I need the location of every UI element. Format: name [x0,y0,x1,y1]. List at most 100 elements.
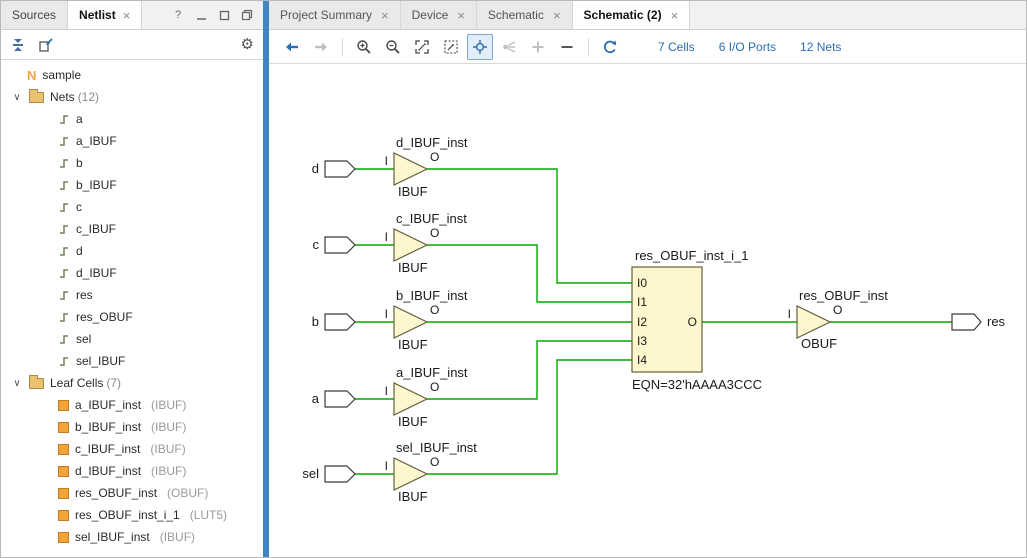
chevron-down-icon[interactable]: ∨ [11,378,23,389]
schematic-panel: Project Summary × Device × Schematic × S… [269,1,1026,557]
netlist-root-icon: N [27,68,36,83]
ibuf-shape[interactable] [394,229,427,261]
tab-netlist[interactable]: Netlist × [68,1,142,29]
back-button[interactable] [279,34,305,60]
tree-item-net[interactable]: res [1,284,263,306]
tree-item-net[interactable]: d [1,240,263,262]
forward-button[interactable] [308,34,334,60]
tree-item-cell[interactable]: a_IBUF_inst(IBUF) [1,394,263,416]
tree-item-net[interactable]: b [1,152,263,174]
zoom-in-button[interactable] [351,34,377,60]
collapse-all-icon[interactable] [10,37,26,53]
net-icon [58,289,70,301]
pin-label: I1 [637,295,647,309]
cell-type-label: IBUF [398,260,428,275]
net-d-ibuf[interactable] [427,169,632,283]
remove-from-schematic-button[interactable] [554,34,580,60]
equation-label: EQN=32'hAAAA3CCC [632,377,762,392]
float-icon[interactable] [240,8,254,22]
net-icon [58,311,70,323]
input-port-shape[interactable] [325,391,355,407]
cell-icon [58,488,69,499]
minimize-icon[interactable] [194,8,208,22]
input-port-shape[interactable] [325,161,355,177]
cells-count-link[interactable]: 7 Cells [658,40,695,54]
close-icon[interactable]: × [553,8,561,23]
cell-icon [58,444,69,455]
ibuf-shape[interactable] [394,153,427,185]
add-to-schematic-button[interactable] [525,34,551,60]
obuf-shape[interactable] [797,306,830,338]
tab-device[interactable]: Device × [401,1,477,29]
cell-icon [58,466,69,477]
port-label: c [313,237,320,252]
zoom-selection-button[interactable] [438,34,464,60]
tree-item-net[interactable]: sel_IBUF [1,350,263,372]
tree-label: Nets(12) [50,90,99,104]
help-icon[interactable]: ? [171,8,185,22]
tree-item-cell[interactable]: d_IBUF_inst(IBUF) [1,460,263,482]
tree-item-net[interactable]: sel [1,328,263,350]
pin-label: O [430,226,439,240]
tree-item-net[interactable]: res_OBUF [1,306,263,328]
net-icon [58,223,70,235]
tab-schematic-2[interactable]: Schematic (2) × [573,1,691,29]
close-icon[interactable]: × [123,8,131,23]
input-port-shape[interactable] [325,237,355,253]
tree-item-net[interactable]: c [1,196,263,218]
tree-item-cell[interactable]: b_IBUF_inst(IBUF) [1,416,263,438]
chevron-down-icon[interactable]: ∨ [11,92,23,103]
maximize-icon[interactable] [217,8,231,22]
schematic-canvas[interactable]: d c b a sel d_IBUF_inst I O IBUF c_IBUF_… [269,64,1026,557]
cell-type-label: IBUF [398,489,428,504]
tree-item-cell[interactable]: sel_IBUF_inst(IBUF) [1,526,263,548]
net-icon [58,201,70,213]
tree-item-net[interactable]: a_IBUF [1,130,263,152]
tree-item-net[interactable]: c_IBUF [1,218,263,240]
cell-type-label: IBUF [398,337,428,352]
nets-count-link[interactable]: 12 Nets [800,40,841,54]
ibuf-shape[interactable] [394,458,427,490]
regenerate-button[interactable] [597,34,623,60]
ibuf-shape[interactable] [394,383,427,415]
ibuf-shape[interactable] [394,306,427,338]
net-icon [58,333,70,345]
zoom-fit-button[interactable] [409,34,435,60]
close-icon[interactable]: × [457,8,465,23]
pin-label: I3 [637,334,647,348]
tree-item-net[interactable]: d_IBUF [1,262,263,284]
input-port-shape[interactable] [325,314,355,330]
schematic-stats: 7 Cells 6 I/O Ports 12 Nets [658,40,841,54]
expand-cone-button[interactable] [496,34,522,60]
pin-label: I0 [637,276,647,290]
tree-item-cell[interactable]: c_IBUF_inst(IBUF) [1,438,263,460]
tree-item-net[interactable]: a [1,108,263,130]
port-label: res [987,314,1006,329]
tree-root-sample[interactable]: N sample [1,64,263,86]
close-icon[interactable]: × [381,8,389,23]
tab-schematic[interactable]: Schematic × [477,1,573,29]
tree-item-net[interactable]: b_IBUF [1,174,263,196]
tree-item-cell[interactable]: res_OBUF_inst_i_1(LUT5) [1,504,263,526]
io-ports-count-link[interactable]: 6 I/O Ports [719,40,776,54]
scroll-to-selected-icon[interactable] [38,37,54,53]
instance-label: a_IBUF_inst [396,365,468,380]
tree-item-cell[interactable]: res_OBUF_inst(OBUF) [1,482,263,504]
output-port-shape[interactable] [952,314,981,330]
zoom-out-button[interactable] [380,34,406,60]
close-icon[interactable]: × [671,8,679,23]
autofit-selection-button[interactable] [467,34,493,60]
tab-project-summary[interactable]: Project Summary × [269,1,401,29]
tree-group-nets[interactable]: ∨ Nets(12) [1,86,263,108]
folder-icon [29,92,44,103]
tab-sources[interactable]: Sources [1,1,68,29]
panel-window-controls: ? [171,1,263,29]
input-port-shape[interactable] [325,466,355,482]
instance-label: res_OBUF_inst [799,288,888,303]
gear-icon[interactable]: ⚙ [241,37,254,52]
document-tabbar: Project Summary × Device × Schematic × S… [269,1,1026,30]
cell-icon [58,400,69,411]
tree-group-leaf-cells[interactable]: ∨ Leaf Cells(7) [1,372,263,394]
instance-label: d_IBUF_inst [396,135,468,150]
port-label: b [312,314,319,329]
